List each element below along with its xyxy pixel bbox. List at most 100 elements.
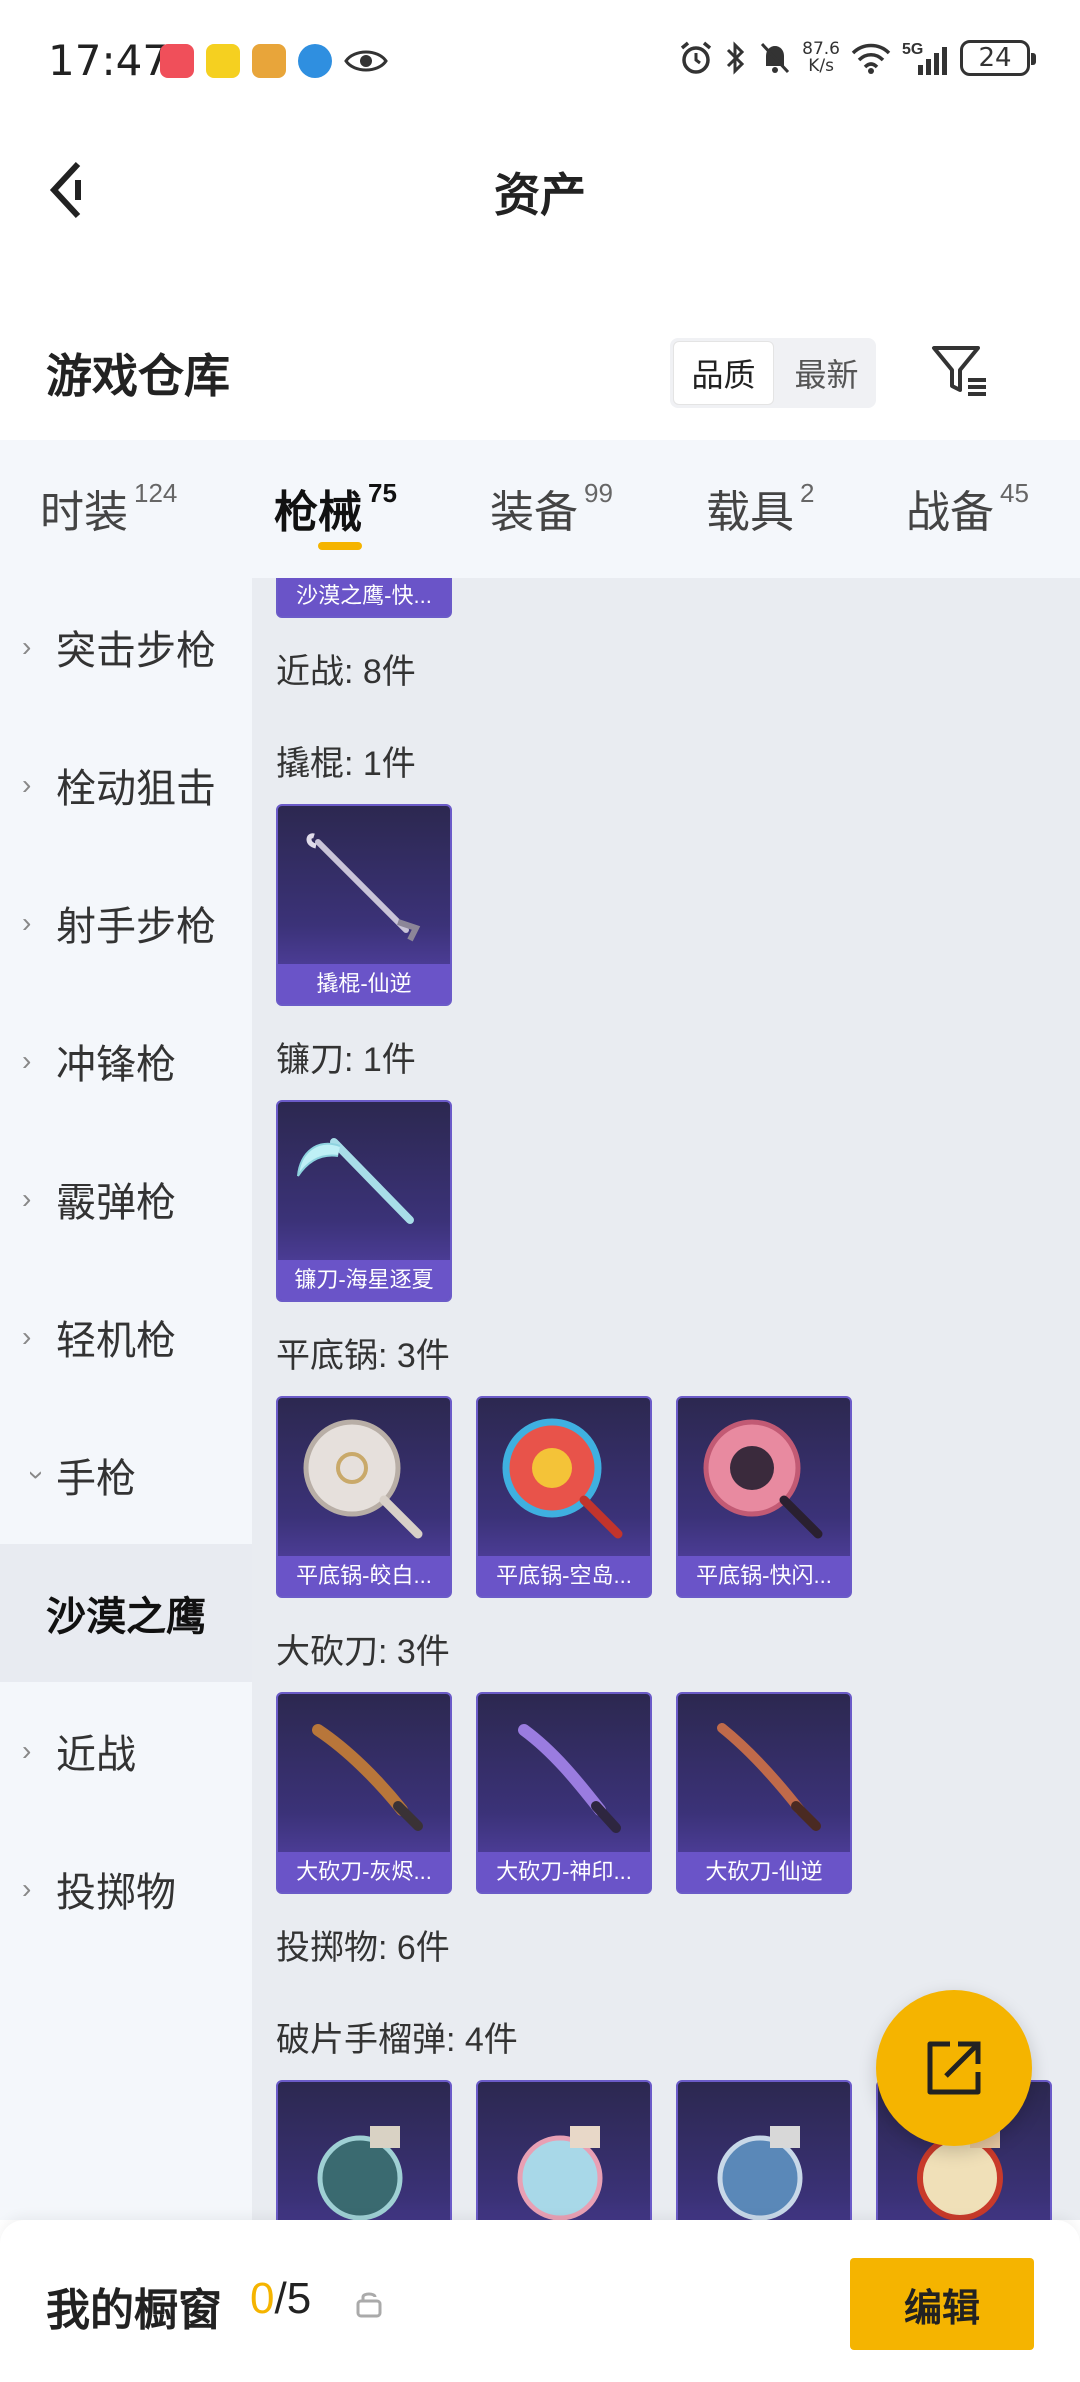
bluetooth-icon — [727, 41, 745, 75]
sidebar-item-label: 沙漠之鹰 — [46, 1595, 206, 1639]
tab-label: 时装 — [40, 488, 128, 537]
tab-firearms[interactable]: 枪械 75 — [274, 476, 397, 540]
game-helper-icon — [252, 44, 286, 78]
header: 资产 — [0, 125, 1080, 250]
lock-icon — [356, 2292, 382, 2318]
item-card[interactable]: 大砍刀-仙逆 — [676, 1692, 852, 1894]
showcase-total-count: /5 — [274, 2274, 312, 2323]
filter-button[interactable] — [930, 340, 990, 400]
sidebar-item-label: 投掷物 — [56, 1871, 176, 1915]
system-icons: 87.6 K/s 5G 24 — [678, 40, 1036, 76]
sidebar-item-desert-eagle[interactable]: 沙漠之鹰 — [0, 1544, 252, 1682]
machete-item-image — [717, 1723, 821, 1831]
section-label-throwables: 投掷物: 6件 — [276, 1929, 450, 1967]
warehouse-row: 游戏仓库 品质 最新 — [0, 310, 1080, 440]
sidebar-item-label: 轻机枪 — [56, 1319, 176, 1363]
chevron-right-icon: › — [22, 1873, 32, 1904]
frying-pan-item-image — [703, 1419, 823, 1539]
signal-bars-icon — [918, 47, 947, 75]
item-card-name: 大砍刀-灰烬... — [278, 1852, 450, 1892]
section-label-frying-pan: 平底锅: 3件 — [276, 1337, 450, 1375]
sort-by-quality-button[interactable]: 品质 — [673, 341, 774, 405]
wifi-icon — [851, 43, 891, 74]
category-tabs: 时装 124 枪械 75 装备 99 载具 2 战备 45 — [0, 440, 1080, 578]
tab-count: 75 — [368, 478, 397, 508]
sidebar: › 突击步枪 › 栓动狙击 › 射手步枪 › 冲锋枪 › 霰弹枪 › 轻机枪 ›… — [0, 578, 252, 2220]
eye-icon — [344, 50, 388, 72]
tab-label: 战备 — [906, 488, 994, 537]
item-card-name: 平底锅-快闪... — [678, 1556, 850, 1596]
sidebar-item-throwables[interactable]: › 投掷物 — [0, 1820, 252, 1958]
alarm-icon — [681, 41, 712, 74]
tab-fashion[interactable]: 时装 124 — [40, 476, 177, 540]
item-list: 沙漠之鹰-快... 近战: 8件 撬棍: 1件 撬棍-仙逆 镰刀: 1件 镰刀-… — [252, 578, 1080, 2220]
sidebar-item-marksman-rifle[interactable]: › 射手步枪 — [0, 854, 252, 992]
item-card[interactable]: 平底锅-快闪... — [676, 1396, 852, 1598]
tab-tactical[interactable]: 战备 45 — [906, 476, 1029, 540]
status-time: 17:47 — [48, 36, 170, 85]
chevron-right-icon: › — [22, 1045, 32, 1076]
item-card[interactable]: 大砍刀-灰烬... — [276, 1692, 452, 1894]
item-card[interactable]: 撬棍-仙逆 — [276, 804, 452, 1006]
edit-button[interactable]: 编辑 — [850, 2258, 1034, 2350]
item-card-name: 平底锅-空岛... — [478, 1556, 650, 1596]
sidebar-item-melee[interactable]: › 近战 — [0, 1682, 252, 1820]
tab-label: 载具 — [706, 488, 794, 537]
sort-by-newest-button[interactable]: 最新 — [777, 338, 876, 408]
item-card-name: 撬棍-仙逆 — [278, 964, 450, 1004]
browser-app-icon — [298, 44, 332, 78]
item-card[interactable]: 镰刀-海星逐夏 — [276, 1100, 452, 1302]
section-label-sickle: 镰刀: 1件 — [276, 1041, 416, 1079]
sort-toggle: 品质 最新 — [670, 338, 876, 408]
tab-vehicles[interactable]: 载具 2 — [706, 476, 814, 540]
network-speed: 87.6 K/s — [802, 41, 840, 75]
frying-pan-item-image — [502, 1418, 623, 1539]
showcase-count: 0/5 — [250, 2274, 311, 2324]
tab-count: 2 — [800, 478, 815, 508]
machete-item-image — [312, 1724, 423, 1831]
tab-count: 99 — [584, 478, 613, 508]
crowbar-item-image — [306, 833, 421, 942]
item-card[interactable] — [276, 2080, 452, 2220]
item-card-name: 大砍刀-仙逆 — [678, 1852, 850, 1892]
tab-label: 枪械 — [274, 488, 362, 537]
showcase-current-count: 0 — [250, 2274, 275, 2323]
item-card[interactable]: 沙漠之鹰-快... — [276, 578, 452, 618]
item-card-name: 大砍刀-神印... — [478, 1852, 650, 1892]
sidebar-item-label: 突击步枪 — [56, 629, 216, 673]
chevron-right-icon: › — [22, 1321, 32, 1352]
sickle-item-image — [297, 1138, 414, 1224]
sidebar-item-label: 栓动狙击 — [56, 767, 216, 811]
sidebar-item-label: 手枪 — [56, 1457, 136, 1501]
item-card[interactable] — [476, 2080, 652, 2220]
sidebar-item-bolt-sniper[interactable]: › 栓动狙击 — [0, 716, 252, 854]
item-card-name: 平底锅-皎白... — [278, 1556, 450, 1596]
frying-pan-item-image — [303, 1419, 423, 1539]
showcase-title: 我的橱窗 — [46, 2286, 222, 2335]
filter-icon — [932, 346, 986, 396]
item-card[interactable]: 平底锅-皎白... — [276, 1396, 452, 1598]
section-label-machete: 大砍刀: 3件 — [276, 1633, 450, 1671]
share-button[interactable] — [876, 1990, 1032, 2146]
item-card[interactable] — [676, 2080, 852, 2220]
item-card[interactable]: 平底锅-空岛... — [476, 1396, 652, 1598]
tab-count: 124 — [134, 478, 178, 508]
game-app-icon — [206, 44, 240, 78]
sidebar-item-smg[interactable]: › 冲锋枪 — [0, 992, 252, 1130]
grenade-item-image — [517, 2126, 603, 2220]
section-label-crowbar: 撬棍: 1件 — [276, 745, 416, 783]
item-card-name: 沙漠之鹰-快... — [278, 578, 450, 616]
cellular-signal: 5G — [902, 41, 950, 75]
item-card[interactable]: 大砍刀-神印... — [476, 1692, 652, 1894]
sidebar-item-assault-rifle[interactable]: › 突击步枪 — [0, 578, 252, 716]
sidebar-item-shotgun[interactable]: › 霰弹枪 — [0, 1130, 252, 1268]
machete-item-image — [518, 1724, 621, 1833]
status-bar: 17:47 87.6 K/s 5G 24 — [0, 0, 1080, 125]
tab-equipment[interactable]: 装备 99 — [490, 476, 613, 540]
active-tab-indicator — [318, 542, 362, 550]
share-icon — [927, 2041, 981, 2095]
section-label-melee: 近战: 8件 — [276, 653, 416, 691]
sidebar-item-label: 冲锋枪 — [56, 1043, 176, 1087]
sidebar-item-lmg[interactable]: › 轻机枪 — [0, 1268, 252, 1406]
sidebar-item-pistol[interactable]: › 手枪 — [0, 1406, 252, 1544]
